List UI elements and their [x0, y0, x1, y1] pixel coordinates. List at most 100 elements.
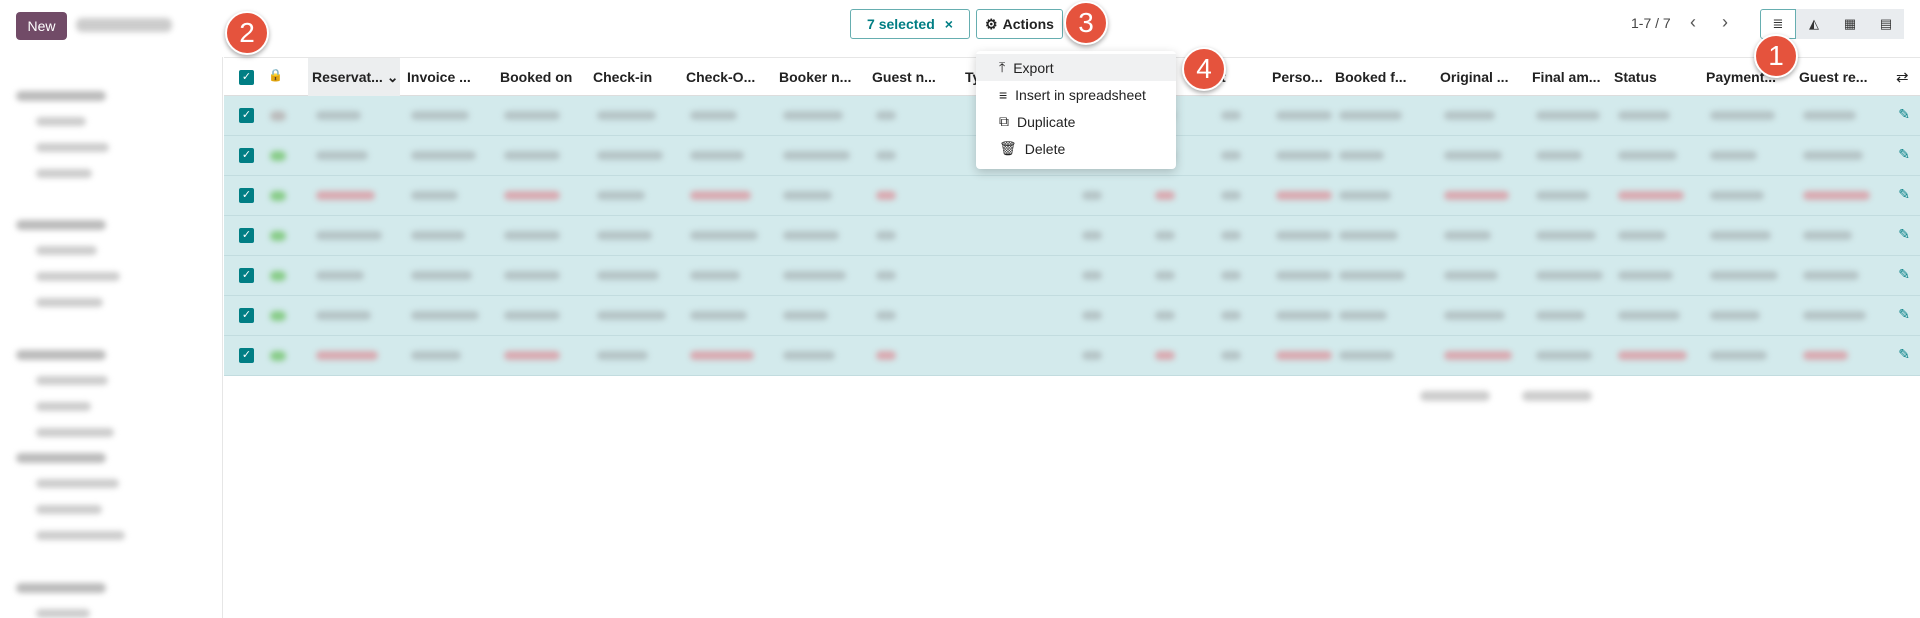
cell-value-blurred	[876, 231, 896, 240]
row-tag-blurred	[270, 351, 286, 361]
column-settings-icon[interactable]: ⇄	[1896, 68, 1909, 86]
cell-value-blurred	[597, 351, 648, 360]
sidebar-item[interactable]	[36, 376, 108, 385]
table-row[interactable]: ✓ ✎	[224, 296, 1920, 336]
sidebar-item[interactable]	[36, 298, 103, 307]
cell-value-blurred	[1618, 111, 1670, 120]
sidebar-item[interactable]	[36, 246, 97, 255]
sidebar-item[interactable]	[36, 428, 114, 437]
sidebar-group-heading[interactable]	[16, 91, 106, 101]
column-header[interactable]: Booked on	[500, 58, 572, 96]
row-checkbox[interactable]: ✓	[239, 188, 254, 203]
edit-row-icon[interactable]: ✎	[1898, 266, 1910, 283]
upload-icon: ⤒	[999, 59, 1006, 75]
cell-value-blurred	[1276, 191, 1332, 200]
column-header[interactable]: Status	[1614, 58, 1657, 96]
cell-value-blurred	[597, 111, 656, 120]
column-header[interactable]: Invoice ...	[407, 58, 471, 96]
table-row[interactable]: ✓ ✎	[224, 216, 1920, 256]
cell-value-blurred	[1710, 271, 1778, 280]
sidebar-item[interactable]	[36, 272, 120, 281]
cell-value-blurred	[1618, 271, 1673, 280]
column-header[interactable]: Original ...	[1440, 58, 1508, 96]
selection-badge[interactable]: 7 selected ×	[850, 9, 970, 39]
cell-value-blurred	[1082, 351, 1102, 360]
edit-row-icon[interactable]: ✎	[1898, 106, 1910, 123]
breadcrumb-blurred	[76, 18, 172, 32]
pager-value[interactable]: 1-7 / 7	[1631, 15, 1671, 31]
column-header[interactable]: Booked f...	[1335, 58, 1407, 96]
edit-row-icon[interactable]: ✎	[1898, 306, 1910, 323]
cell-value-blurred	[1444, 231, 1491, 240]
sidebar-group-heading[interactable]	[16, 350, 106, 360]
cell-value-blurred	[690, 191, 751, 200]
row-checkbox[interactable]: ✓	[239, 268, 254, 283]
sidebar-item[interactable]	[36, 117, 86, 126]
cell-value-blurred	[1276, 311, 1332, 320]
row-checkbox[interactable]: ✓	[239, 228, 254, 243]
cell-value-blurred	[1536, 271, 1603, 280]
column-header[interactable]: Final am...	[1532, 58, 1600, 96]
actions-button[interactable]: ⚙ Actions	[976, 9, 1063, 39]
column-header[interactable]: Check-in	[593, 58, 652, 96]
sidebar-group-heading[interactable]	[16, 453, 106, 463]
next-page-icon[interactable]: ›	[1722, 12, 1728, 33]
cell-value-blurred	[1803, 231, 1852, 240]
previous-page-icon[interactable]: ‹	[1690, 12, 1696, 33]
column-header[interactable]: Guest n...	[872, 58, 936, 96]
cell-value-blurred	[504, 111, 560, 120]
cell-value-blurred	[1536, 191, 1589, 200]
select-all-checkbox[interactable]: ✓	[239, 70, 254, 85]
cell-value-blurred	[1221, 191, 1241, 200]
edit-row-icon[interactable]: ✎	[1898, 186, 1910, 203]
cell-value-blurred	[1803, 351, 1848, 360]
menu-item-label: Duplicate	[1017, 113, 1076, 130]
cell-value-blurred	[690, 311, 747, 320]
column-header[interactable]: Check-O...	[686, 58, 755, 96]
sidebar-group-heading[interactable]	[16, 220, 106, 230]
menu-item-export[interactable]: ⤒ Export	[976, 54, 1176, 81]
table-row[interactable]: ✓ ✎	[224, 176, 1920, 216]
calendar-view-button[interactable]: ▦	[1832, 9, 1868, 39]
menu-item-duplicate[interactable]: ⧉ Duplicate	[976, 108, 1176, 135]
sidebar-item[interactable]	[36, 531, 125, 540]
cell-value-blurred	[1155, 231, 1175, 240]
sidebar-item[interactable]	[36, 402, 91, 411]
menu-item-delete[interactable]: 🗑 Delete	[976, 135, 1176, 162]
sidebar-item[interactable]	[36, 609, 90, 618]
column-label: Guest re...	[1799, 69, 1868, 85]
table-row[interactable]: ✓ ✎	[224, 336, 1920, 376]
row-checkbox[interactable]: ✓	[239, 308, 254, 323]
callout-marker-2: 2	[225, 11, 269, 55]
cell-value-blurred	[1082, 271, 1102, 280]
cell-value-blurred	[1710, 231, 1771, 240]
cell-value-blurred	[597, 231, 652, 240]
list-icon: ≣	[1772, 16, 1784, 31]
column-header[interactable]: Guest re...	[1799, 58, 1867, 96]
new-button[interactable]: New	[16, 12, 67, 40]
sidebar-item[interactable]	[36, 143, 109, 152]
column-label: Check-in	[593, 69, 653, 85]
table-row[interactable]: ✓ ✎	[224, 256, 1920, 296]
pivot-view-button[interactable]: ▤	[1868, 9, 1904, 39]
row-checkbox[interactable]: ✓	[239, 108, 254, 123]
menu-item-insert-in-spreadsheet[interactable]: ≡ Insert in spreadsheet	[976, 81, 1176, 108]
row-checkbox[interactable]: ✓	[239, 148, 254, 163]
edit-row-icon[interactable]: ✎	[1898, 346, 1910, 363]
sidebar-group-heading[interactable]	[16, 583, 106, 593]
sidebar-item[interactable]	[36, 479, 119, 488]
column-header[interactable]: Reservat... ⌄	[308, 58, 400, 96]
cell-value-blurred	[1276, 351, 1332, 360]
edit-row-icon[interactable]: ✎	[1898, 146, 1910, 163]
cell-value-blurred	[1221, 231, 1241, 240]
column-label: Guest n...	[872, 69, 936, 85]
graph-view-button[interactable]: ◭	[1796, 9, 1832, 39]
clear-selection-icon[interactable]: ×	[945, 16, 953, 32]
column-header[interactable]: Booker n...	[779, 58, 851, 96]
column-header[interactable]: Perso...	[1272, 58, 1323, 96]
row-checkbox[interactable]: ✓	[239, 348, 254, 363]
sidebar-item[interactable]	[36, 169, 92, 178]
sidebar-item[interactable]	[36, 505, 102, 514]
copy-icon: ⧉	[999, 113, 1009, 129]
edit-row-icon[interactable]: ✎	[1898, 226, 1910, 243]
